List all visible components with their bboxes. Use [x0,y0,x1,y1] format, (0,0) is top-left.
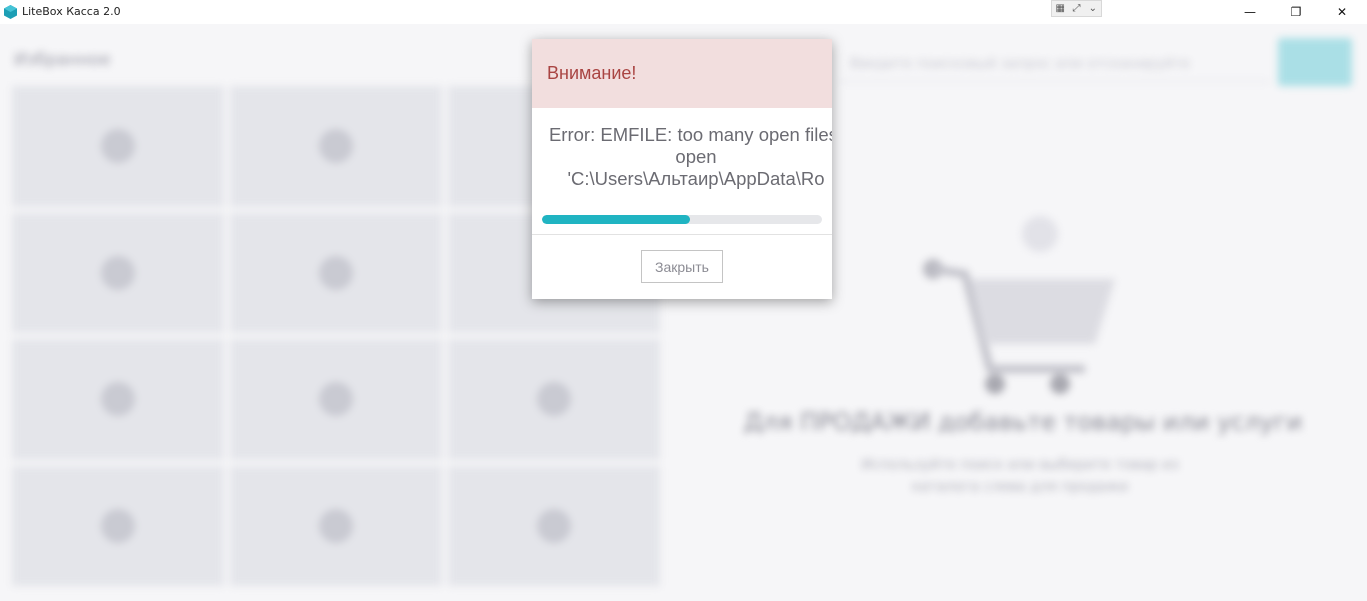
empty-cart-title: Для ПРОДАЖИ добавьте товары или услуги [743,408,1303,436]
error-message: Error: EMFILE: too many open files, open… [532,108,832,200]
add-icon [319,382,353,417]
favorites-heading: Избранное [14,50,111,70]
chevron-down-icon[interactable]: ⌄ [1085,1,1101,16]
close-window-button[interactable]: ✕ [1319,0,1365,24]
add-icon [537,382,571,417]
error-dialog: Внимание! Error: EMFILE: too many open f… [532,39,832,299]
product-tile[interactable] [448,339,660,460]
search-input[interactable]: Введите поисковый запрос или отсканируйт… [840,46,1270,82]
maximize-button[interactable]: ❐ [1273,0,1319,24]
window-titlebar: LiteBox Касса 2.0 ▦ ⤢ ⌄ — ❐ ✕ [0,0,1367,24]
error-message-text: Error: EMFILE: too many open files, open… [548,124,832,189]
add-icon [537,508,571,543]
product-tile[interactable] [12,212,224,333]
scan-button[interactable] [1278,38,1352,86]
fullscreen-icon[interactable]: ⤢ [1068,1,1084,16]
product-tile[interactable] [12,86,224,207]
add-icon [101,255,135,290]
window-title: LiteBox Касса 2.0 [22,5,121,18]
restore-icon: ❐ [1290,5,1302,19]
minimize-button[interactable]: — [1227,0,1273,24]
product-tile[interactable] [230,86,442,207]
litebox-logo-icon [4,5,17,19]
add-icon [319,129,353,164]
product-tile[interactable] [12,339,224,460]
dialog-title: Внимание! [547,63,637,83]
dialog-divider [532,234,832,235]
shopping-cart-icon [923,216,1115,394]
add-icon [319,255,353,290]
empty-cart-description: Используйте поиск или выберите товар из … [861,457,1179,495]
minimize-icon: — [1244,5,1256,19]
grid-icon[interactable]: ▦ [1052,1,1068,16]
product-tile[interactable] [230,212,442,333]
add-icon [319,508,353,543]
product-tile[interactable] [230,339,442,460]
progress-bar [542,215,822,224]
product-tile[interactable] [230,465,442,586]
add-icon [101,129,135,164]
product-tile[interactable] [448,465,660,586]
dialog-header: Внимание! [532,39,832,108]
close-button[interactable]: Закрыть [641,250,723,283]
add-icon [101,382,135,417]
product-tile[interactable] [12,465,224,586]
window-extra-controls: ▦ ⤢ ⌄ [1051,0,1102,17]
close-icon: ✕ [1336,5,1348,19]
add-icon [101,508,135,543]
progress-bar-fill [542,215,691,224]
